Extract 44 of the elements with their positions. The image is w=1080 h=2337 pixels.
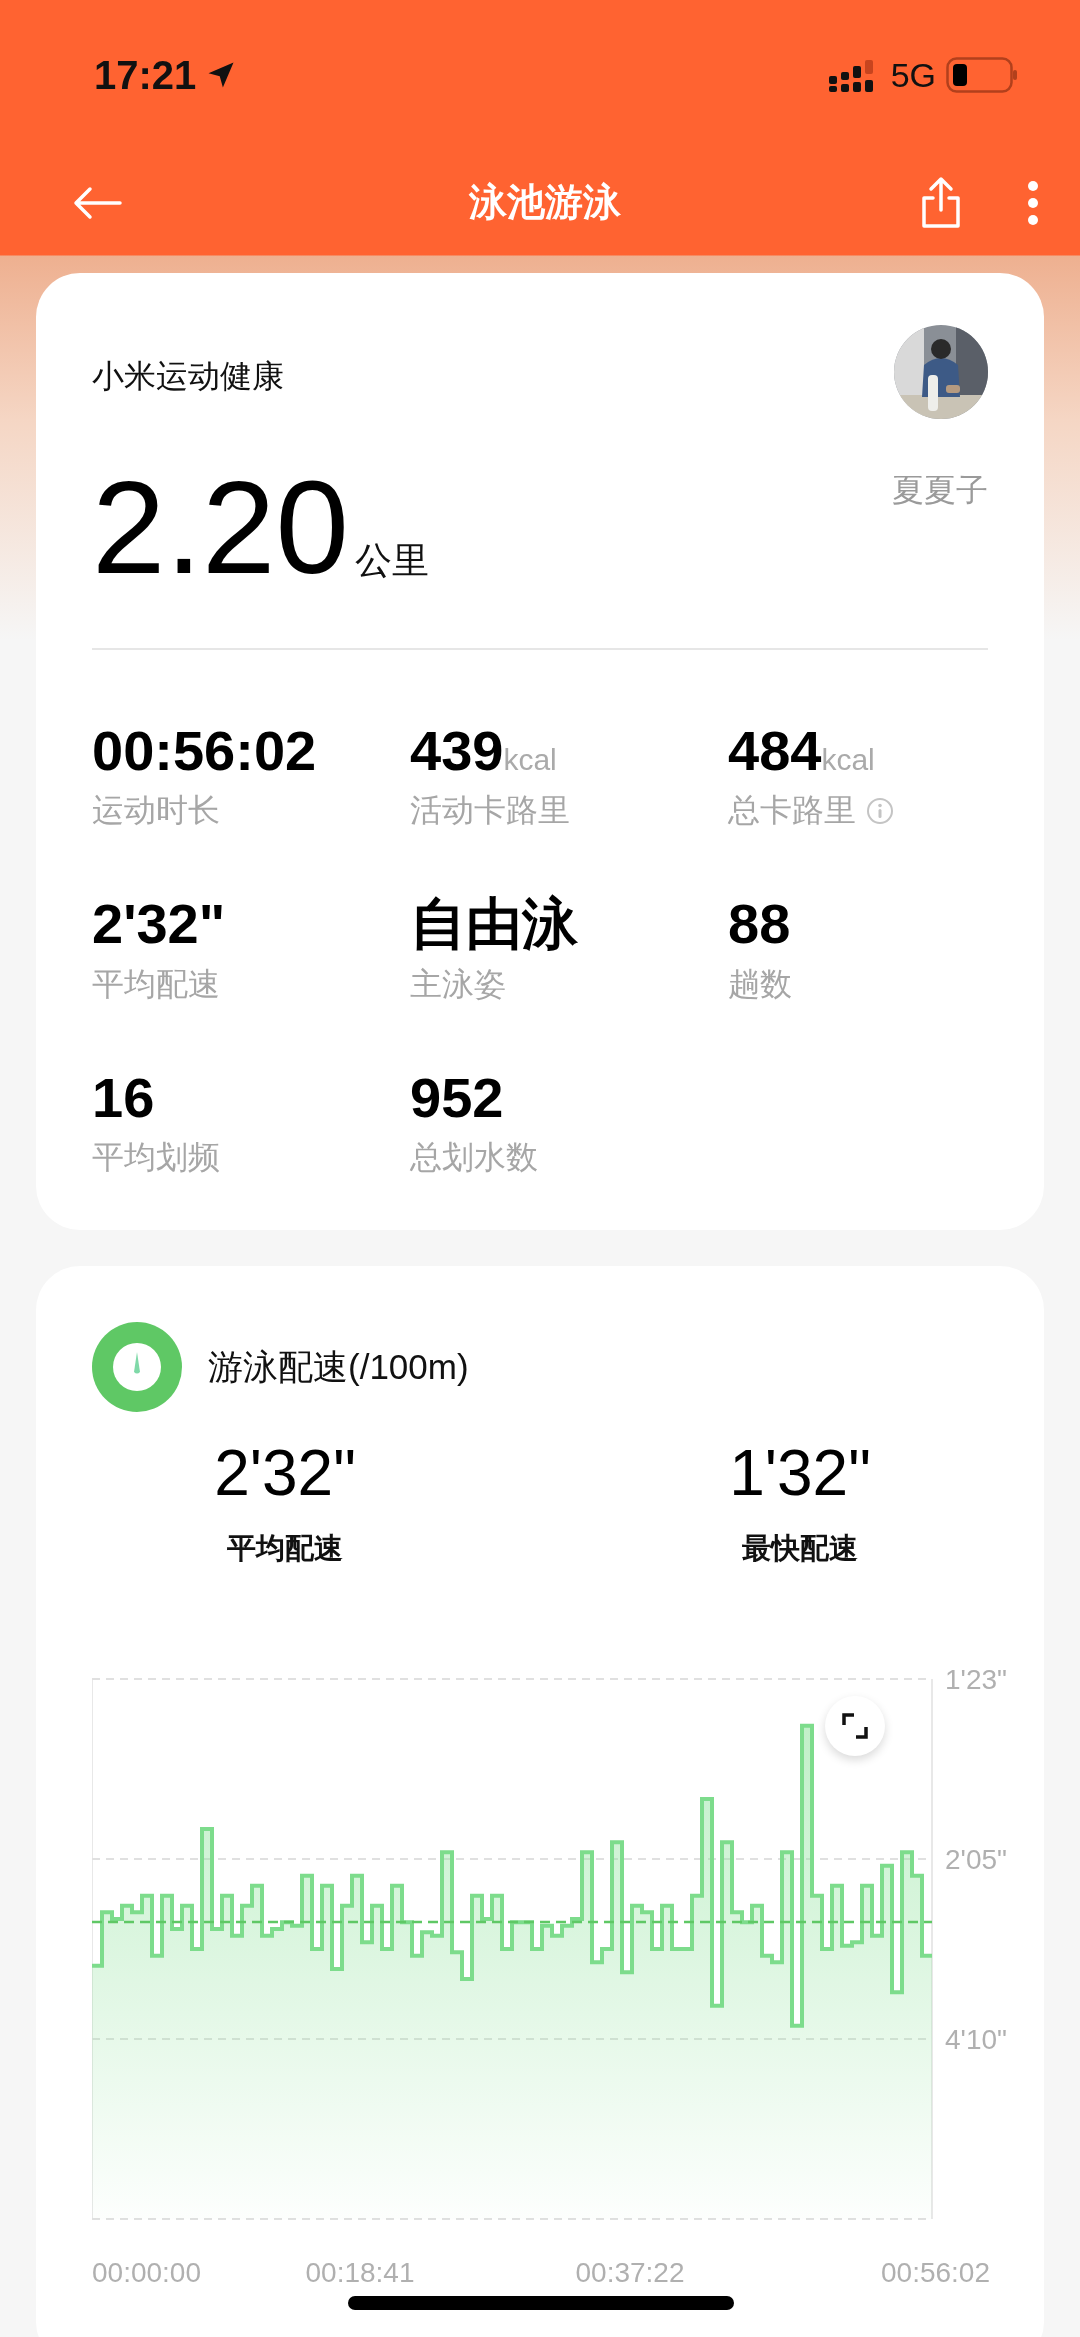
metric-label: 最快配速: [742, 1530, 858, 1566]
metric-value: 1'32": [729, 1438, 871, 1509]
stat-label: 主泳姿: [410, 964, 506, 1004]
axis-label: 2'05": [945, 1843, 1007, 1875]
user-name: 夏夏子: [892, 471, 988, 510]
stat-unit: kcal: [503, 742, 557, 777]
axis-label: 4'10": [945, 2023, 1007, 2055]
stat-label: 平均划频: [92, 1138, 220, 1178]
stat-value: 439: [410, 719, 504, 782]
section-title: 游泳配速(/100m): [208, 1345, 469, 1388]
axis-label: 1'23": [945, 1668, 1007, 1695]
battery-icon: [946, 57, 1018, 93]
stat-label: 平均配速: [92, 964, 220, 1004]
status-time: 17:21: [94, 52, 197, 98]
stat-label: 总划水数: [410, 1138, 538, 1178]
stat-label: 活动卡路里: [410, 791, 570, 831]
stat-value: 00:56:02: [92, 719, 317, 782]
stat-label: 趟数: [728, 964, 792, 1004]
stat-unit: kcal: [821, 742, 875, 777]
stat-value: 2'32": [92, 893, 226, 955]
stat-value: 16: [92, 1066, 155, 1129]
stat-value: 484: [728, 719, 822, 782]
network-label: 5G: [890, 55, 936, 95]
more-button[interactable]: [1026, 179, 1040, 226]
gauge-icon: [92, 1322, 182, 1413]
axis-label: 00:37:22: [575, 2256, 685, 2288]
stat-value: 952: [410, 1066, 504, 1129]
axis-label: 00:00:00: [92, 2256, 201, 2288]
app-name: 小米运动健康: [92, 357, 284, 396]
metric-value: 2'32": [214, 1438, 356, 1509]
axis-label: 00:18:41: [305, 2256, 415, 2288]
stat-label: 运动时长: [92, 791, 220, 831]
distance-value: 2.20: [92, 459, 349, 598]
stat-label: 总卡路里: [728, 791, 856, 831]
distance-unit: 公里: [354, 539, 429, 583]
page-title: 泳池游泳: [468, 180, 622, 225]
stat-value: 自由泳: [410, 893, 578, 955]
back-button[interactable]: [72, 184, 122, 221]
expand-icon[interactable]: [842, 1712, 868, 1739]
expand-button[interactable]: [825, 1695, 885, 1756]
stat-value: 88: [728, 893, 791, 955]
info-icon[interactable]: [866, 797, 894, 826]
axis-label: 00:56:02: [881, 2256, 990, 2288]
metric-label: 平均配速: [227, 1530, 343, 1566]
